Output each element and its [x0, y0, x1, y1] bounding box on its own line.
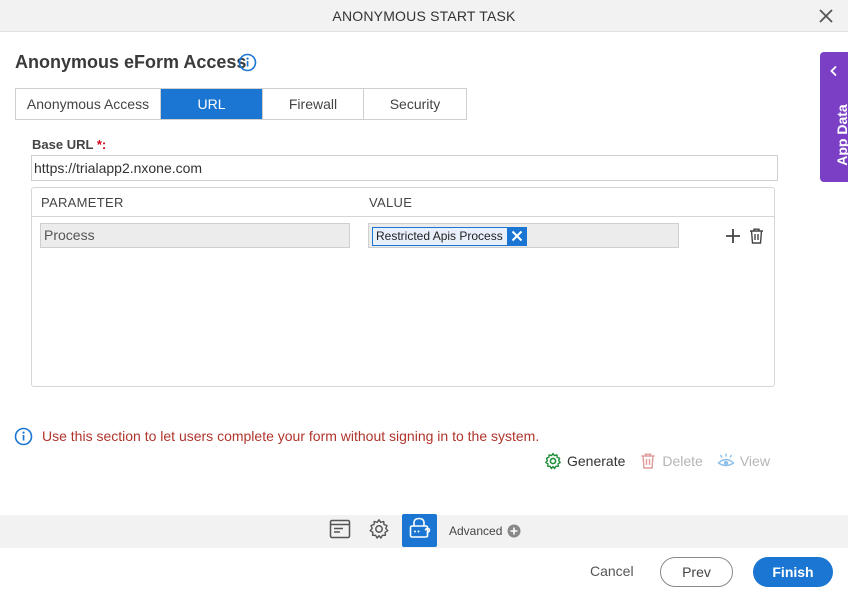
app-data-label: App Data: [834, 104, 848, 166]
settings-gear-icon[interactable]: [368, 518, 390, 540]
value-field[interactable]: Restricted Apis Process: [368, 223, 679, 248]
plus-circle-icon: [507, 524, 521, 538]
parameter-grid: PARAMETER VALUE Process Restricted Apis …: [31, 187, 775, 387]
value-chip: Restricted Apis Process: [372, 226, 527, 246]
tab-url[interactable]: URL: [161, 89, 263, 119]
parameter-field[interactable]: Process: [40, 223, 350, 248]
base-url-label-text: Base URL: [32, 137, 94, 152]
generate-button[interactable]: Generate: [544, 452, 625, 470]
lock-icon: [408, 516, 432, 545]
info-note-icon: [14, 427, 33, 446]
delete-row-icon[interactable]: [748, 227, 765, 245]
info-note-text: Use this section to let users complete y…: [42, 428, 540, 444]
chip-remove-icon[interactable]: [506, 226, 527, 246]
header-value: VALUE: [369, 195, 413, 210]
chevron-left-icon: [828, 64, 840, 77]
app-data-panel-toggle[interactable]: App Data: [820, 52, 848, 182]
tab-bar: Anonymous Access URL Firewall Security: [15, 88, 467, 120]
trash-icon: [639, 452, 657, 470]
anonymous-access-button[interactable]: [402, 514, 437, 547]
grid-header: PARAMETER VALUE: [32, 188, 774, 217]
add-row-icon[interactable]: [724, 227, 742, 245]
value-chip-label: Restricted Apis Process: [376, 229, 503, 243]
window-title: ANONYMOUS START TASK: [332, 8, 516, 24]
delete-label: Delete: [662, 453, 703, 469]
view-label: View: [739, 453, 770, 469]
tab-firewall[interactable]: Firewall: [263, 89, 364, 119]
section-heading: Anonymous eForm Access: [15, 52, 247, 72]
delete-button[interactable]: Delete: [639, 452, 703, 470]
eye-icon: [717, 452, 735, 470]
form-icon[interactable]: [329, 518, 351, 540]
info-icon[interactable]: [238, 53, 257, 72]
base-url-input[interactable]: [31, 155, 778, 181]
close-icon[interactable]: [816, 6, 836, 26]
prev-button[interactable]: Prev: [660, 557, 733, 587]
advanced-label: Advanced: [449, 524, 503, 538]
tab-anonymous-access[interactable]: Anonymous Access: [16, 89, 161, 119]
finish-button[interactable]: Finish: [753, 557, 833, 587]
required-mark: *:: [96, 137, 107, 152]
header-parameter: PARAMETER: [41, 195, 124, 210]
generate-label: Generate: [567, 453, 626, 469]
tab-security[interactable]: Security: [364, 89, 466, 119]
base-url-label: Base URL *:: [32, 137, 106, 152]
gear-icon: [544, 452, 562, 470]
title-bar: ANONYMOUS START TASK: [0, 0, 848, 32]
url-actions: Generate Delete View: [544, 451, 770, 471]
advanced-toggle[interactable]: Advanced: [449, 524, 521, 538]
view-button[interactable]: View: [717, 452, 770, 470]
cancel-button[interactable]: Cancel: [590, 563, 634, 579]
